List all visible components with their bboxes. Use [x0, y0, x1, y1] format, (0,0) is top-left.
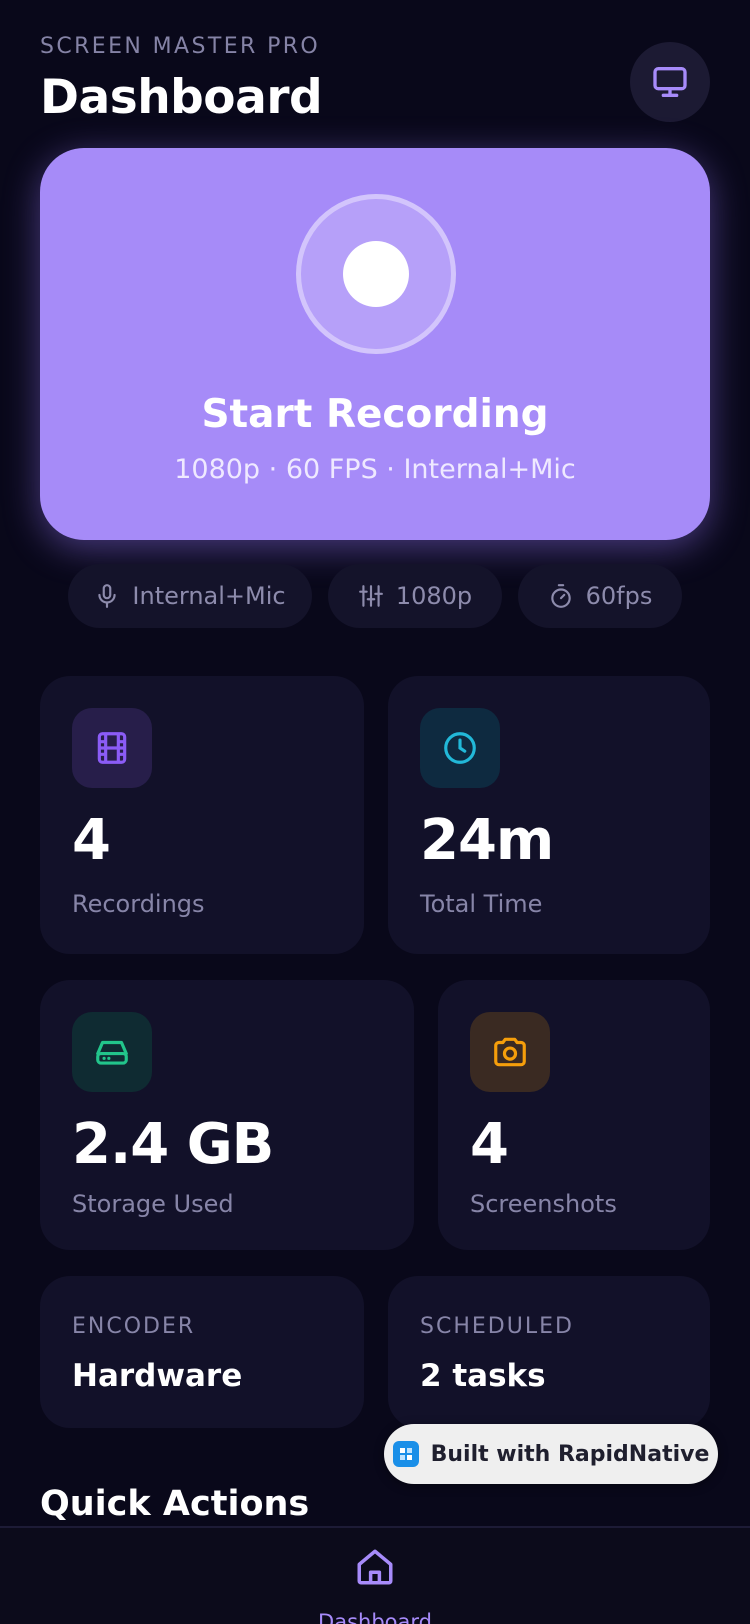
film-icon-box: [72, 708, 152, 788]
total-time-value: 24m: [420, 808, 554, 873]
recordings-count: 4: [72, 808, 111, 873]
recordings-stat-card[interactable]: 4 Recordings: [40, 676, 364, 954]
screenshots-count: 4: [470, 1112, 509, 1177]
quick-actions-title: Quick Actions: [40, 1484, 310, 1524]
record-button[interactable]: [296, 194, 456, 354]
audio-source-label: Internal+Mic: [132, 582, 286, 610]
app-label: SCREEN MASTER PRO: [40, 34, 321, 59]
scheduled-value: 2 tasks: [420, 1358, 546, 1394]
built-with-label: Built with RapidNative: [430, 1441, 710, 1467]
dashboard-screen: SCREEN MASTER PRO Dashboard Start Record…: [0, 0, 750, 1624]
start-recording-card[interactable]: Start Recording 1080p · 60 FPS · Interna…: [40, 148, 710, 540]
total-time-stat-card[interactable]: 24m Total Time: [388, 676, 710, 954]
film-icon: [97, 732, 127, 764]
sliders-icon: [358, 585, 383, 607]
nav-item-dashboard-label: Dashboard: [318, 1610, 432, 1624]
encoder-label: ENCODER: [72, 1314, 196, 1339]
home-icon: [357, 1549, 393, 1585]
scheduled-label: SCHEDULED: [420, 1314, 574, 1339]
framerate-chip[interactable]: 60fps: [518, 564, 682, 628]
clock-icon-box: [420, 708, 500, 788]
resolution-label: 1080p: [395, 582, 473, 610]
resolution-chip[interactable]: 1080p: [328, 564, 502, 628]
storage-stat-card[interactable]: 2.4 GB Storage Used: [40, 980, 414, 1250]
audio-source-chip[interactable]: Internal+Mic: [68, 564, 312, 628]
display-settings-button[interactable]: [630, 42, 710, 122]
storage-used-value: 2.4 GB: [72, 1112, 274, 1177]
rapidnative-logo-icon: [392, 1441, 419, 1467]
encoder-value: Hardware: [72, 1358, 243, 1394]
built-with-badge[interactable]: Built with RapidNative: [384, 1424, 718, 1484]
stopwatch-icon: [550, 584, 571, 608]
recording-settings-summary: 1080p · 60 FPS · Internal+Mic: [174, 454, 576, 485]
page-title: Dashboard: [40, 70, 323, 125]
record-dot-icon: [343, 241, 409, 307]
storage-used-label: Storage Used: [72, 1190, 234, 1218]
start-recording-title: Start Recording: [201, 392, 549, 437]
framerate-label: 60fps: [585, 582, 653, 610]
camera-icon: [494, 1037, 526, 1067]
encoder-card[interactable]: ENCODER Hardware: [40, 1276, 364, 1428]
camera-icon-box: [470, 1012, 550, 1092]
microphone-icon: [98, 584, 117, 608]
clock-icon: [444, 732, 476, 764]
recordings-label: Recordings: [72, 890, 205, 918]
scheduled-card[interactable]: SCHEDULED 2 tasks: [388, 1276, 710, 1428]
screenshots-stat-card[interactable]: 4 Screenshots: [438, 980, 710, 1250]
total-time-label: Total Time: [420, 890, 543, 918]
monitor-icon: [653, 67, 687, 98]
hard-drive-icon-box: [72, 1012, 152, 1092]
bottom-nav: Dashboard: [0, 1526, 750, 1624]
screenshots-label: Screenshots: [470, 1190, 617, 1218]
hard-drive-icon: [96, 1040, 128, 1065]
